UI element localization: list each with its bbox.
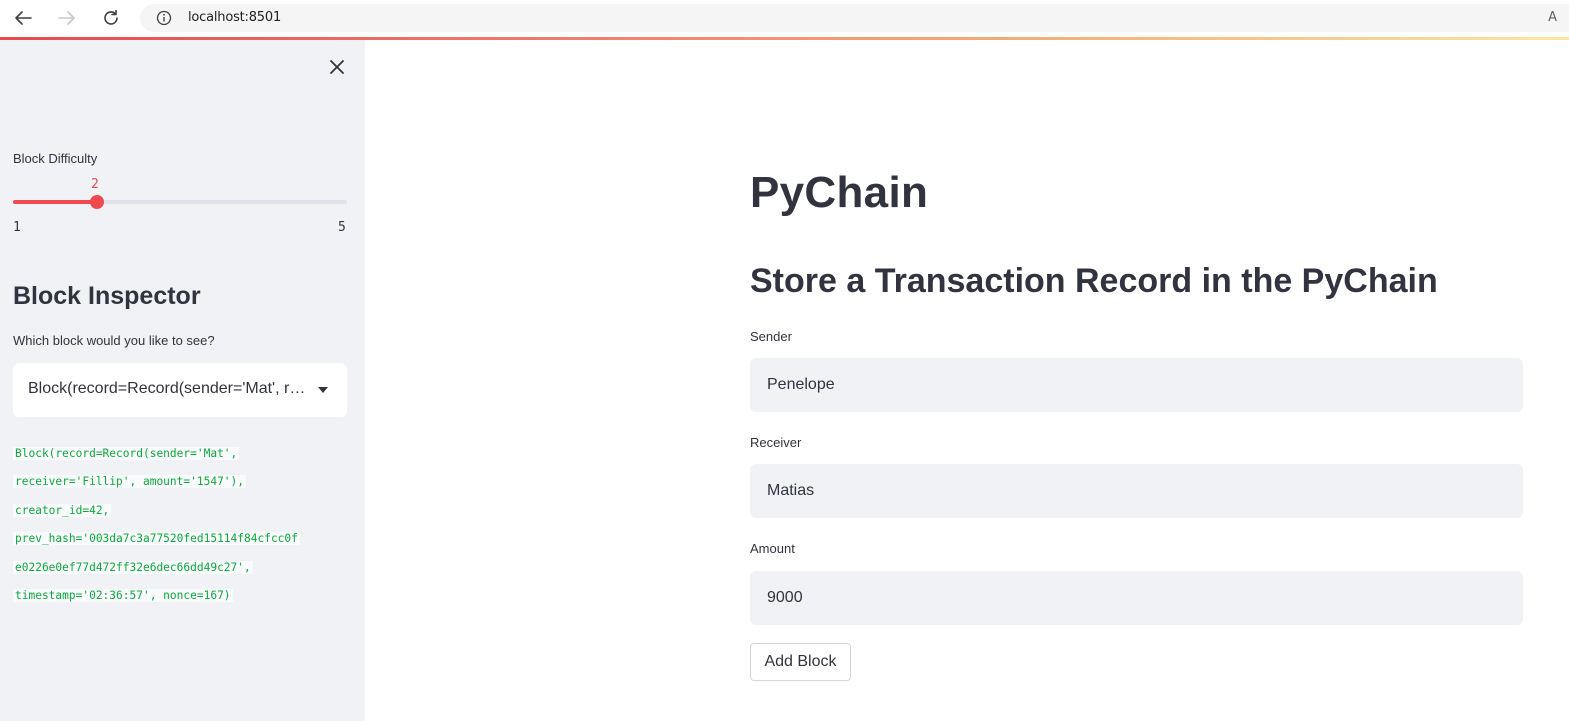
read-aloud-icon[interactable]: A (1548, 10, 1557, 25)
slider-thumb[interactable] (89, 195, 104, 209)
add-block-button[interactable]: Add Block (750, 643, 851, 681)
slider-label: Block Difficulty (13, 151, 98, 166)
block-code: Block(record=Record(sender='Mat', receiv… (13, 440, 300, 610)
close-icon[interactable] (327, 57, 347, 77)
code-line: receiver='Fillip', amount='1547'), (13, 475, 247, 489)
amount-input[interactable] (750, 571, 1523, 625)
block-inspector-heading: Block Inspector (13, 282, 201, 310)
arrow-right-icon[interactable] (53, 5, 81, 31)
block-select[interactable]: Block(record=Record(sender='Mat', receiv… (13, 363, 347, 417)
sidebar: Block Difficulty 2 1 5 Block Inspector W… (0, 40, 365, 721)
slider-max-label: 5 (338, 220, 346, 235)
url-text[interactable]: localhost:8501 (188, 10, 281, 25)
select-value: Block(record=Record(sender='Mat', receiv… (28, 380, 308, 397)
info-icon[interactable] (156, 10, 172, 26)
code-line: e0226e0ef77d472ff32e6dec66dd49c27', (13, 560, 253, 574)
code-line: creator_id=42, (13, 503, 112, 517)
receiver-label: Receiver (750, 435, 802, 450)
page-title: PyChain (750, 168, 929, 217)
page-subtitle: Store a Transaction Record in the PyChai… (750, 262, 1438, 300)
slider-min-label: 1 (13, 220, 21, 235)
browser-toolbar: localhost:8501 A (0, 0, 1569, 37)
chevron-down-icon (318, 387, 328, 393)
receiver-input[interactable] (750, 464, 1523, 518)
code-line: Block(record=Record(sender='Mat', (13, 447, 240, 460)
block-difficulty-slider[interactable] (13, 195, 347, 209)
reload-icon[interactable] (97, 5, 125, 31)
address-bar[interactable]: localhost:8501 A (140, 4, 1569, 32)
amount-label: Amount (750, 541, 795, 556)
code-line: timestamp='02:36:57', nonce=167) (13, 589, 233, 603)
sender-input[interactable] (750, 358, 1523, 412)
code-line: prev_hash='003da7c3a77520fed15114f84cfcc… (13, 532, 300, 546)
arrow-left-icon[interactable] (9, 5, 37, 31)
slider-value: 2 (91, 177, 99, 192)
slider-fill (13, 200, 97, 204)
sender-label: Sender (750, 329, 792, 344)
select-label: Which block would you like to see? (13, 333, 215, 348)
